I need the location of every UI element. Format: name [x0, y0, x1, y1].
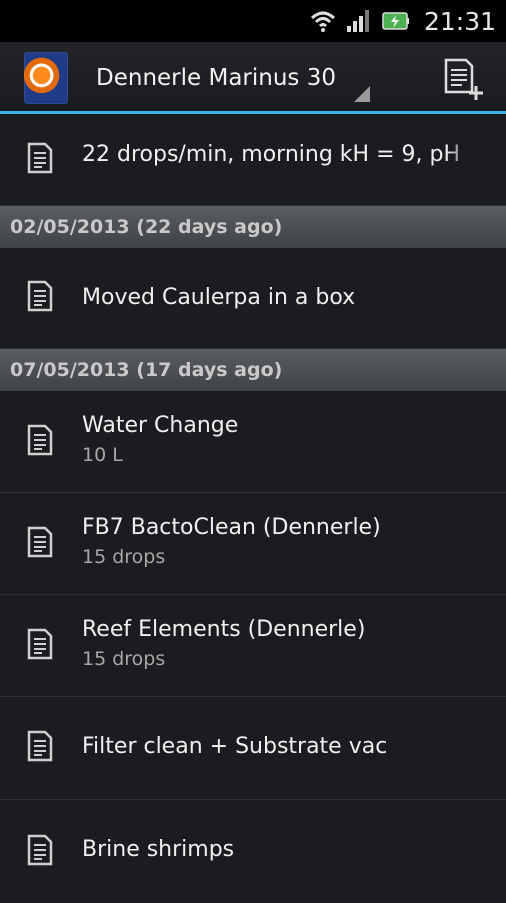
note-detail: 15 drops [82, 648, 166, 670]
note-title: FB7 BactoClean (Dennerle) [82, 515, 381, 540]
note-detail: 15 drops [82, 546, 166, 568]
status-bar: 21:31 [0, 0, 506, 42]
add-note-icon [444, 58, 483, 100]
date-section-header: 02/05/2013 (22 days ago) [0, 206, 506, 248]
text-fade [446, 114, 476, 205]
aquarium-spinner[interactable]: Dennerle Marinus 30 [96, 42, 376, 114]
spinner-triangle-icon [354, 86, 370, 102]
note-icon [26, 526, 54, 562]
note-icon [26, 730, 54, 766]
note-title: 22 drops/min, morning kH = 9, pH [82, 142, 460, 167]
list-item[interactable]: Water Change 10 L [0, 391, 506, 493]
note-detail: 10 L [82, 444, 123, 466]
list-item[interactable]: Reef Elements (Dennerle) 15 drops [0, 595, 506, 697]
note-icon [26, 424, 54, 460]
note-title: Reef Elements (Dennerle) [82, 617, 366, 642]
note-title: Water Change [82, 413, 239, 438]
note-icon [26, 834, 54, 870]
note-icon [26, 628, 54, 664]
note-title: Brine shrimps [82, 837, 235, 862]
note-icon [26, 280, 54, 316]
clock: 21:31 [423, 6, 496, 36]
app-logo-icon[interactable] [24, 52, 68, 104]
note-icon [26, 142, 54, 178]
signal-icon [346, 9, 372, 33]
date-section-header: 07/05/2013 (17 days ago) [0, 349, 506, 391]
aquarium-name: Dennerle Marinus 30 [96, 65, 336, 91]
add-note-button[interactable] [442, 56, 486, 104]
list-item[interactable]: Moved Caulerpa in a box [0, 248, 506, 349]
list-item[interactable]: Filter clean + Substrate vac [0, 697, 506, 800]
note-list: 22 drops/min, morning kH = 9, pH 02/05/2… [0, 114, 506, 903]
wifi-icon [310, 9, 336, 33]
note-title: Filter clean + Substrate vac [82, 734, 388, 759]
list-item[interactable]: FB7 BactoClean (Dennerle) 15 drops [0, 493, 506, 595]
list-item[interactable]: 22 drops/min, morning kH = 9, pH [0, 114, 506, 206]
action-bar: Dennerle Marinus 30 [0, 42, 506, 114]
battery-icon [382, 10, 410, 32]
note-title: Moved Caulerpa in a box [82, 285, 356, 310]
list-item[interactable]: Brine shrimps [0, 800, 506, 903]
